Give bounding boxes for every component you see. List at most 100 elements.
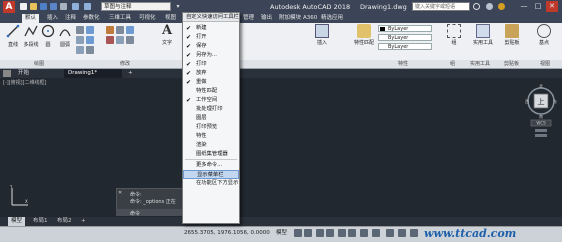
insert-button[interactable]: 插入	[312, 24, 332, 46]
menu-item[interactable]: 显示菜单栏	[183, 170, 239, 179]
otrack-icon[interactable]	[348, 229, 356, 237]
stretch-icon[interactable]	[76, 46, 84, 54]
customize-status-icon[interactable]	[410, 229, 418, 237]
new-tab-button[interactable]: +	[124, 69, 134, 78]
menu-item[interactable]: 图纸集管理器	[183, 150, 239, 159]
viewport-controls[interactable]: [-][俯视][二维线框]	[3, 79, 47, 86]
tab-output[interactable]: 输出	[258, 14, 275, 23]
tab-parametric[interactable]: 参数化	[80, 14, 103, 23]
menu-item[interactable]: ✔ 重做	[183, 78, 239, 87]
linetype-combo[interactable]: ByLayer	[378, 34, 432, 41]
open-icon[interactable]	[30, 3, 37, 10]
customize-qat-dropdown-icon[interactable]: ▾	[174, 3, 182, 11]
save-icon[interactable]	[40, 3, 47, 10]
drawing-canvas[interactable]	[0, 78, 562, 217]
tab-manage[interactable]: 管理	[240, 14, 257, 23]
utilities-button[interactable]: 实用工具	[470, 24, 496, 46]
viewcube[interactable]: 上 北 西 东 南 WCS	[524, 84, 558, 140]
app-menu-icon[interactable]	[3, 70, 11, 77]
panel-view-label[interactable]: 视图	[540, 60, 550, 68]
file-tab-start[interactable]: 开始	[14, 69, 64, 78]
menu-item[interactable]: 渲染	[183, 141, 239, 150]
tab-annotate[interactable]: 注释	[62, 14, 79, 23]
menu-item[interactable]: 特性	[183, 132, 239, 141]
maximize-button[interactable]: □	[532, 1, 544, 12]
new-icon[interactable]	[20, 3, 27, 10]
search-icon[interactable]	[473, 3, 480, 10]
search-input[interactable]: 键入关键字或短语	[412, 2, 470, 11]
menu-item[interactable]: ✔ 保存	[183, 42, 239, 51]
menu-item[interactable]: 批处理打印	[183, 105, 239, 114]
trim-icon[interactable]	[106, 26, 114, 34]
panel-utilities-label[interactable]: 实用工具	[470, 60, 490, 68]
save-as-icon[interactable]	[50, 3, 57, 10]
polar-icon[interactable]	[326, 229, 334, 237]
undo-icon[interactable]	[72, 3, 79, 10]
group-button[interactable]: 组	[446, 24, 462, 46]
layout-tab-layout1[interactable]: 布局1	[30, 217, 51, 226]
menu-item[interactable]: 特性匹配	[183, 87, 239, 96]
menu-item[interactable]: 在功能区下方显示	[183, 179, 239, 188]
line-button[interactable]: 直线	[4, 24, 22, 48]
model-space-toggle[interactable]: 模型	[276, 228, 287, 238]
offset-icon[interactable]	[125, 36, 134, 44]
panel-clipboard-label[interactable]: 剪贴板	[504, 60, 519, 68]
text-button[interactable]: A 文字	[158, 24, 176, 47]
plot-icon[interactable]	[60, 3, 67, 10]
lineweight-icon[interactable]	[360, 229, 368, 237]
panel-properties-label[interactable]: 特性	[398, 60, 408, 68]
move-icon[interactable]	[76, 26, 84, 34]
panel-draw-label[interactable]: 绘图	[34, 60, 44, 68]
redo-icon[interactable]	[84, 3, 91, 10]
coordinate-readout[interactable]: 2655.3705, 1976.1056, 0.0000	[184, 228, 270, 238]
array-icon[interactable]	[125, 26, 134, 34]
color-combo[interactable]: ByLayer	[378, 25, 432, 32]
mirror-icon[interactable]	[85, 36, 94, 44]
workspace-switch-icon[interactable]	[386, 229, 394, 237]
menu-item[interactable]: ✔ 打印	[183, 60, 239, 69]
fillet-icon[interactable]	[115, 26, 124, 34]
rotate-icon[interactable]	[85, 26, 94, 34]
close-button[interactable]: ✕	[546, 1, 558, 12]
command-close-icon[interactable]: ✕	[118, 190, 124, 196]
polyline-button[interactable]: 多段线	[22, 24, 40, 48]
menu-item[interactable]: ✔ 另存为...	[183, 51, 239, 60]
explode-icon[interactable]	[115, 36, 124, 44]
tab-insert[interactable]: 插入	[44, 14, 61, 23]
annotation-scale-icon[interactable]	[372, 229, 380, 237]
tab-default[interactable]: 默认	[22, 14, 40, 23]
panel-modify-label[interactable]: 修改	[120, 60, 130, 68]
scale-icon[interactable]	[85, 46, 94, 54]
isolate-icon[interactable]	[398, 229, 406, 237]
erase-icon[interactable]	[106, 36, 114, 44]
menu-item[interactable]: 打印预览	[183, 123, 239, 132]
app-logo-icon[interactable]: A	[3, 1, 15, 13]
tab-featured-apps[interactable]: 精选应用	[318, 14, 346, 23]
layout-tab-model[interactable]: 模型	[8, 217, 26, 226]
grid-icon[interactable]	[294, 229, 302, 237]
copy-icon[interactable]	[76, 36, 84, 44]
tab-visualize[interactable]: 可视化	[136, 14, 159, 23]
menu-item[interactable]: ✔ 工作空间	[183, 96, 239, 105]
menu-item[interactable]: ✔ 打开	[183, 33, 239, 42]
ortho-icon[interactable]	[316, 229, 324, 237]
tab-view[interactable]: 视图	[162, 14, 179, 23]
menu-item[interactable]: ✔ 新建	[183, 24, 239, 33]
tab-3d-tools[interactable]: 三维工具	[106, 14, 134, 23]
help-icon[interactable]	[498, 3, 505, 10]
panel-groups-label[interactable]: 组	[450, 60, 455, 68]
menu-item[interactable]: ✔ 放弃	[183, 69, 239, 78]
arc-button[interactable]: 圆弧	[57, 24, 73, 48]
file-tab-drawing1[interactable]: Drawing1*	[64, 69, 122, 78]
match-properties-button[interactable]: 特性匹配	[353, 24, 375, 46]
snap-icon[interactable]	[304, 229, 312, 237]
basepoint-button[interactable]: 基点	[532, 24, 556, 46]
minimize-button[interactable]: —	[518, 1, 530, 12]
osnap-icon[interactable]	[338, 229, 346, 237]
circle-button[interactable]: 圆	[40, 24, 56, 48]
workspace-select[interactable]: 草图与注释	[101, 2, 171, 11]
lineweight-combo[interactable]: ByLayer	[378, 43, 432, 50]
menu-item[interactable]: 图层	[183, 114, 239, 123]
user-icon[interactable]	[486, 3, 493, 10]
clipboard-button[interactable]: 剪贴板	[502, 24, 522, 46]
